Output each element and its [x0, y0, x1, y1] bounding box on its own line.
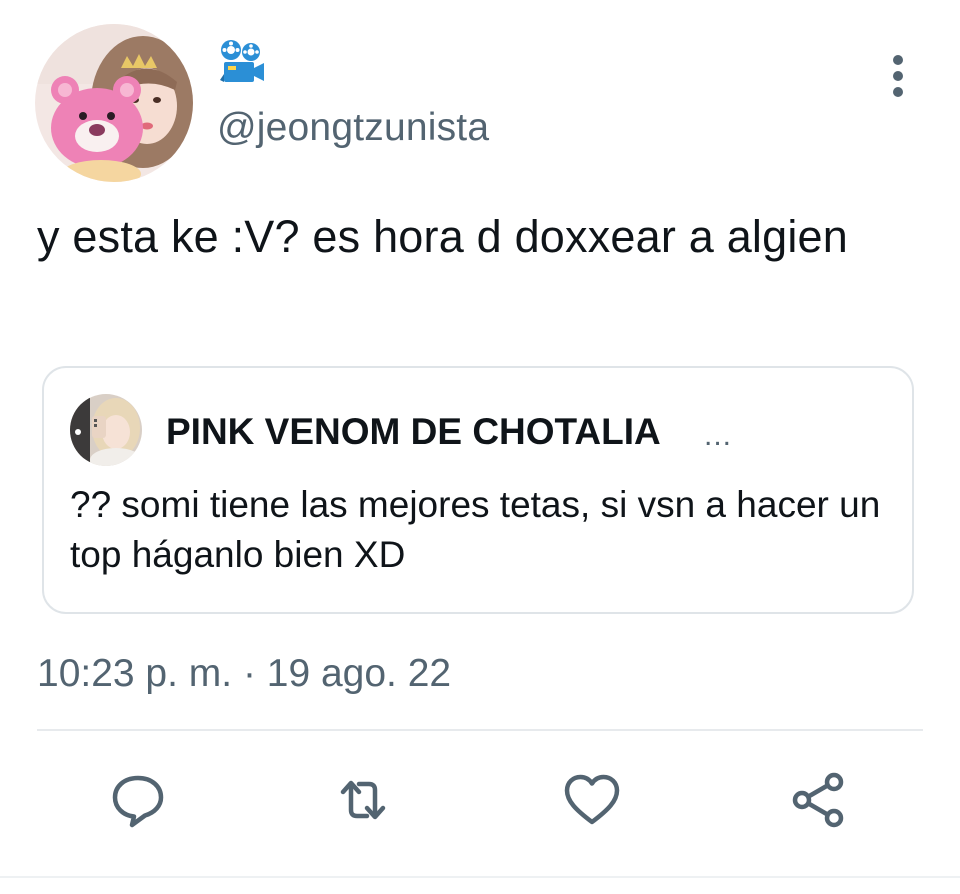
- quoted-author-name: PINK VENOM DE CHOTALIA: [166, 411, 661, 452]
- speech-bubble-icon: [112, 775, 164, 828]
- quoted-avatar-image: [70, 394, 142, 466]
- share-icon: [792, 772, 844, 828]
- quoted-author-ellipsis: ...: [704, 419, 733, 452]
- divider: [37, 729, 923, 731]
- vertical-dots-icon: [893, 55, 903, 97]
- movie-camera-icon: [218, 38, 266, 86]
- quoted-tweet-text: ?? somi tiene las mejores tetas, si vsn …: [70, 484, 881, 575]
- share-button[interactable]: [790, 770, 850, 830]
- bottom-divider: [0, 876, 960, 878]
- retweet-button[interactable]: [333, 770, 393, 830]
- tweet-card: @jeongtzunista y esta ke :V? es hora d d…: [0, 0, 960, 894]
- author-handle[interactable]: @jeongtzunista: [217, 104, 489, 152]
- heart-icon: [564, 774, 620, 825]
- tweet-text: y esta ke :V? es hora d doxxear a algien: [37, 211, 848, 262]
- author-avatar[interactable]: [35, 24, 193, 182]
- tweet-timestamp[interactable]: 10:23 p. m. · 19 ago. 22: [37, 650, 451, 698]
- retweet-icon: [340, 780, 386, 820]
- reply-button[interactable]: [108, 770, 168, 830]
- avatar-image: [35, 24, 193, 182]
- quoted-author-avatar[interactable]: [70, 394, 142, 466]
- more-options-button[interactable]: [878, 52, 918, 100]
- quoted-tweet[interactable]: PINK VENOM DE CHOTALIA ... ?? somi tiene…: [42, 366, 914, 614]
- like-button[interactable]: [562, 770, 622, 830]
